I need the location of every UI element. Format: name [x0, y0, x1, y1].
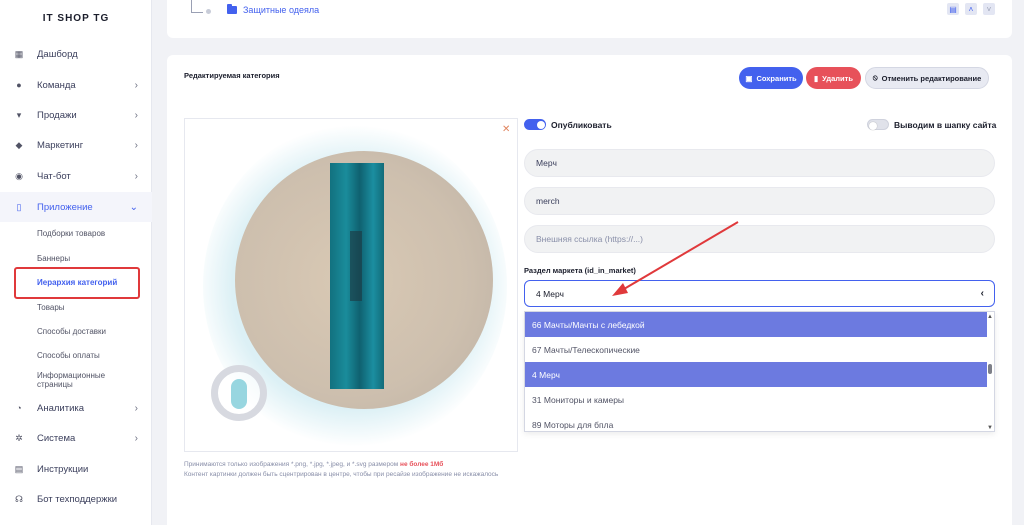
dropdown-option[interactable]: 67 Мачты/Телескопические	[525, 337, 987, 362]
scroll-down-icon[interactable]: ▼	[987, 425, 993, 431]
chevron-left-icon: ‹	[980, 288, 984, 299]
category-slug-field[interactable]: merch	[524, 187, 995, 215]
market-section-dropdown[interactable]: 66 Мачты/Мачты с лебедкой 67 Мачты/Телес…	[524, 311, 995, 432]
trash-icon: ▮	[814, 73, 819, 83]
chevron-up-icon[interactable]: ˄	[965, 3, 977, 15]
scroll-up-icon[interactable]: ▲	[987, 314, 993, 320]
robot-icon: ◉	[15, 170, 23, 181]
card-title: Редактируемая категория	[184, 71, 280, 80]
headset-icon: ☊	[15, 493, 23, 504]
chevron-right-icon: ›	[134, 170, 138, 182]
book-icon: ▤	[14, 463, 24, 474]
sidebar-item-label: Чат-бот	[37, 170, 71, 182]
submenu-item-banners[interactable]: Баннеры	[37, 254, 137, 263]
sidebar-item-label: Система	[37, 432, 76, 444]
sidebar-item-instructions[interactable]: ▤ Инструкции	[0, 454, 152, 484]
hint-center-text: Контент картинки должен быть сцентрирова…	[184, 471, 499, 478]
submenu-item-delivery[interactable]: Способы доставки	[37, 327, 137, 336]
chevron-right-icon: ›	[134, 109, 138, 121]
publish-label: Опубликовать	[551, 120, 612, 130]
tree-connector	[191, 0, 203, 13]
sidebar-item-label: Дашборд	[37, 48, 78, 60]
tree-node-dot	[206, 9, 211, 14]
chevron-down-icon[interactable]: ˅	[983, 3, 995, 15]
sidebar-item-app[interactable]: ▯ Приложение ⌄	[0, 192, 152, 222]
dropdown-scrollbar[interactable]: ▲ ▼	[987, 314, 993, 431]
cancel-button-label: Отменить редактирование	[881, 73, 982, 83]
delete-button[interactable]: ▮ Удалить	[806, 67, 861, 89]
dropdown-option[interactable]: 66 Мачты/Мачты с лебедкой	[525, 312, 987, 337]
folder-icon	[227, 4, 237, 14]
cancel-edit-button[interactable]: ⦸ Отменить редактирование	[865, 67, 989, 89]
sidebar-item-label: Команда	[37, 79, 76, 91]
hint-text: Принимаются только изображения *.png, *.…	[184, 461, 399, 468]
save-icon: ▣	[745, 73, 753, 83]
sidebar-item-label: Бот техподдержки	[37, 493, 118, 505]
save-button[interactable]: ▣ Сохранить	[739, 67, 803, 89]
sidebar-item-label: Аналитика	[37, 402, 85, 414]
header-label: Выводим в шапку сайта	[894, 120, 997, 130]
market-section-label: Раздел маркета (id_in_market)	[524, 266, 636, 275]
sidebar-item-dashboard[interactable]: ▦ Дашборд	[0, 39, 152, 69]
chevron-down-icon: ⌄	[129, 201, 138, 213]
header-toggle[interactable]	[867, 119, 889, 130]
publish-toggle[interactable]	[524, 119, 546, 130]
sidebar-item-label: Продажи	[37, 109, 77, 121]
chevron-right-icon: ›	[134, 139, 138, 151]
close-icon[interactable]: ✕	[502, 124, 510, 135]
category-image-preview[interactable]	[184, 118, 518, 452]
chevron-right-icon: ›	[134, 402, 138, 414]
users-icon: ●	[16, 80, 22, 90]
submenu-item-collections[interactable]: Подборки товаров	[37, 229, 137, 238]
sidebar-item-label: Инструкции	[37, 463, 89, 475]
phone-icon: ▯	[16, 201, 22, 212]
cart-icon: ▾	[16, 109, 22, 120]
annotation-highlight-box	[14, 267, 140, 299]
grid-icon: ▦	[14, 48, 24, 59]
sidebar-item-analytics[interactable]: ◔ Аналитика ›	[0, 393, 152, 423]
sidebar: IT SHOP TG ▦ Дашборд ● Команда › ▾ Прода…	[0, 0, 152, 525]
chevron-right-icon: ›	[134, 79, 138, 91]
sidebar-item-sales[interactable]: ▾ Продажи ›	[0, 100, 152, 130]
category-name-field[interactable]: Мерч	[524, 149, 995, 177]
image-badge-inner	[231, 379, 247, 409]
market-section-select[interactable]: 4 Мерч ‹	[524, 280, 995, 307]
dropdown-option[interactable]: 89 Моторы для бпла	[525, 412, 987, 431]
hint-size-limit: не более 1Мб	[400, 461, 444, 468]
gears-icon: ✲	[15, 432, 23, 443]
sidebar-item-label: Маркетинг	[37, 139, 84, 151]
sidebar-item-chatbot[interactable]: ◉ Чат-бот ›	[0, 161, 152, 191]
edit-document-icon[interactable]: ▤	[947, 3, 959, 15]
tree-category-link[interactable]: Защитные одеяла	[243, 5, 319, 15]
submenu-item-products[interactable]: Товары	[37, 303, 137, 312]
submenu-item-info-pages[interactable]: Информационные страницы	[37, 371, 137, 389]
brand-logo: IT SHOP TG	[42, 13, 110, 24]
sidebar-item-team[interactable]: ● Команда ›	[0, 70, 152, 100]
scroll-thumb[interactable]	[988, 364, 992, 374]
delete-button-label: Удалить	[822, 73, 853, 83]
external-link-field[interactable]: Внешняя ссылка (https://...)	[524, 225, 995, 253]
image-upload-hint: Принимаются только изображения *.png, *.…	[184, 460, 514, 480]
image-product-detail	[350, 231, 362, 301]
dropdown-option[interactable]: 31 Мониторы и камеры	[525, 387, 987, 412]
sidebar-item-support-bot[interactable]: ☊ Бот техподдержки	[0, 484, 152, 514]
dropdown-option[interactable]: 4 Мерч	[525, 362, 987, 387]
megaphone-icon: ◆	[15, 139, 23, 150]
select-value: 4 Мерч	[536, 288, 564, 299]
chevron-right-icon: ›	[134, 432, 138, 444]
sidebar-item-label: Приложение	[37, 201, 93, 213]
sidebar-item-system[interactable]: ✲ Система ›	[0, 423, 152, 453]
ban-icon: ⦸	[872, 73, 878, 82]
pie-chart-icon: ◔	[16, 403, 22, 413]
submenu-item-payment[interactable]: Способы оплаты	[37, 351, 137, 360]
save-button-label: Сохранить	[756, 73, 797, 83]
sidebar-item-marketing[interactable]: ◆ Маркетинг ›	[0, 130, 152, 160]
